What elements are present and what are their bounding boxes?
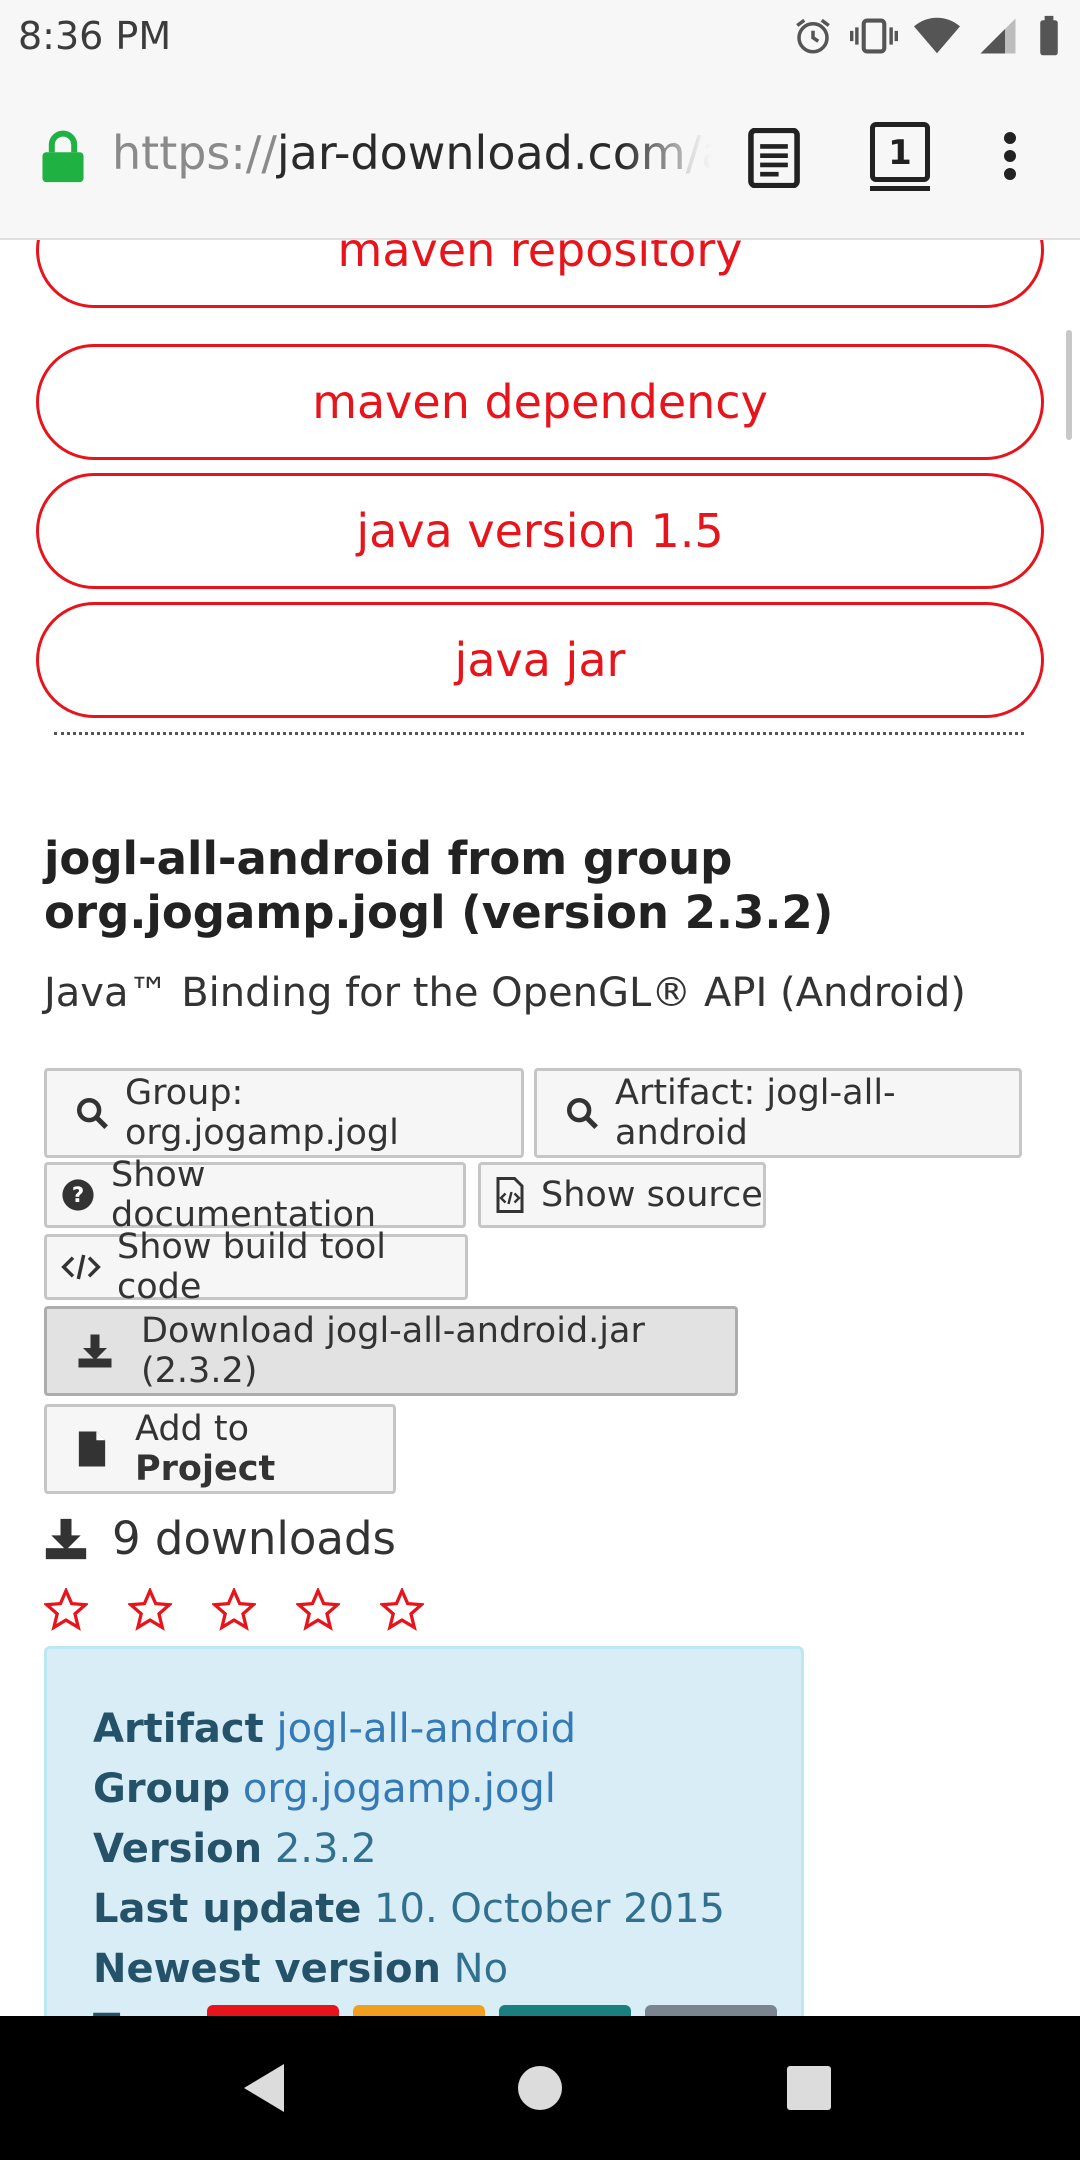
alarm-icon [796,18,830,54]
download-icon [78,1334,112,1368]
web-page: maven repository maven dependency java v… [0,240,1080,2016]
info-version: Version 2.3.2 [93,1826,377,1872]
url-field[interactable]: https://jar-download.com/ar [112,126,712,180]
reader-mode-icon[interactable] [746,128,802,188]
back-icon[interactable] [240,2060,288,2116]
signal-icon [980,18,1016,54]
lock-icon [42,130,84,183]
tag-chips [207,2005,777,2016]
info-artifact: Artifact jogl-all-android [93,1706,576,1752]
artifact-link[interactable]: jogl-all-android [276,1706,576,1752]
search-icon [566,1097,598,1129]
artifact-info-box: Artifact jogl-all-android Group org.joga… [44,1646,804,2016]
tag-maven-repository[interactable]: maven repository [36,240,1044,308]
tab-switcher-button[interactable]: 1 [870,122,930,191]
search-icon [76,1097,108,1129]
star-icon[interactable] [380,1588,424,1632]
artifact-description: Java™ Binding for the OpenGL® API (Andro… [44,970,966,1016]
tag-chip[interactable] [645,2005,777,2016]
battery-icon [1040,15,1058,56]
system-nav-bar [0,2016,1080,2160]
add-to-project-button[interactable]: Add to Project [44,1404,396,1494]
info-last-update: Last update 10. October 2015 [93,1886,725,1932]
browser-toolbar: https://jar-download.com/ar 1 [0,72,1080,240]
question-circle-icon: ? [62,1179,94,1211]
info-group: Group org.jogamp.jogl [93,1766,556,1812]
star-icon[interactable] [44,1588,88,1632]
recents-icon[interactable] [787,2066,831,2110]
show-build-tool-code-button[interactable]: Show build tool code [44,1227,468,1307]
overflow-menu-icon[interactable] [1002,132,1018,180]
info-newest-version: Newest version No [93,1946,509,1992]
artifact-title: jogl-all-android from group org.jogamp.j… [44,832,834,939]
scrollbar[interactable] [1066,330,1072,440]
tag-chip[interactable] [353,2005,485,2016]
status-bar: 8:36 PM [0,0,1080,72]
code-icon [61,1254,101,1280]
download-jar-button[interactable]: Download jogl-all-android.jar (2.3.2) [44,1306,738,1396]
tag-chip[interactable] [207,2005,339,2016]
file-icon [78,1431,106,1467]
tag-maven-dependency[interactable]: maven dependency [36,344,1044,460]
tag-java-version[interactable]: java version 1.5 [36,473,1044,589]
vibrate-icon [850,18,898,54]
group-search-button[interactable]: Group: org.jogamp.jogl [44,1068,524,1158]
group-link[interactable]: org.jogamp.jogl [243,1766,556,1812]
show-source-button[interactable]: Show source [478,1162,766,1228]
star-icon[interactable] [212,1588,256,1632]
file-code-icon [496,1177,524,1213]
tag-java-jar[interactable]: java jar [36,602,1044,718]
rating-stars[interactable] [44,1588,424,1632]
divider [54,732,1024,735]
svg-text:?: ? [72,1183,84,1208]
status-time: 8:36 PM [18,14,172,58]
star-icon[interactable] [296,1588,340,1632]
show-documentation-button[interactable]: ? Show documentation [44,1155,466,1235]
artifact-search-button[interactable]: Artifact: jogl-all-android [534,1068,1022,1158]
wifi-icon [914,17,960,54]
home-icon[interactable] [518,2066,562,2110]
star-icon[interactable] [128,1588,172,1632]
tag-chip[interactable] [499,2005,631,2016]
download-icon [45,1518,87,1559]
download-count: 9 downloads [44,1512,396,1565]
